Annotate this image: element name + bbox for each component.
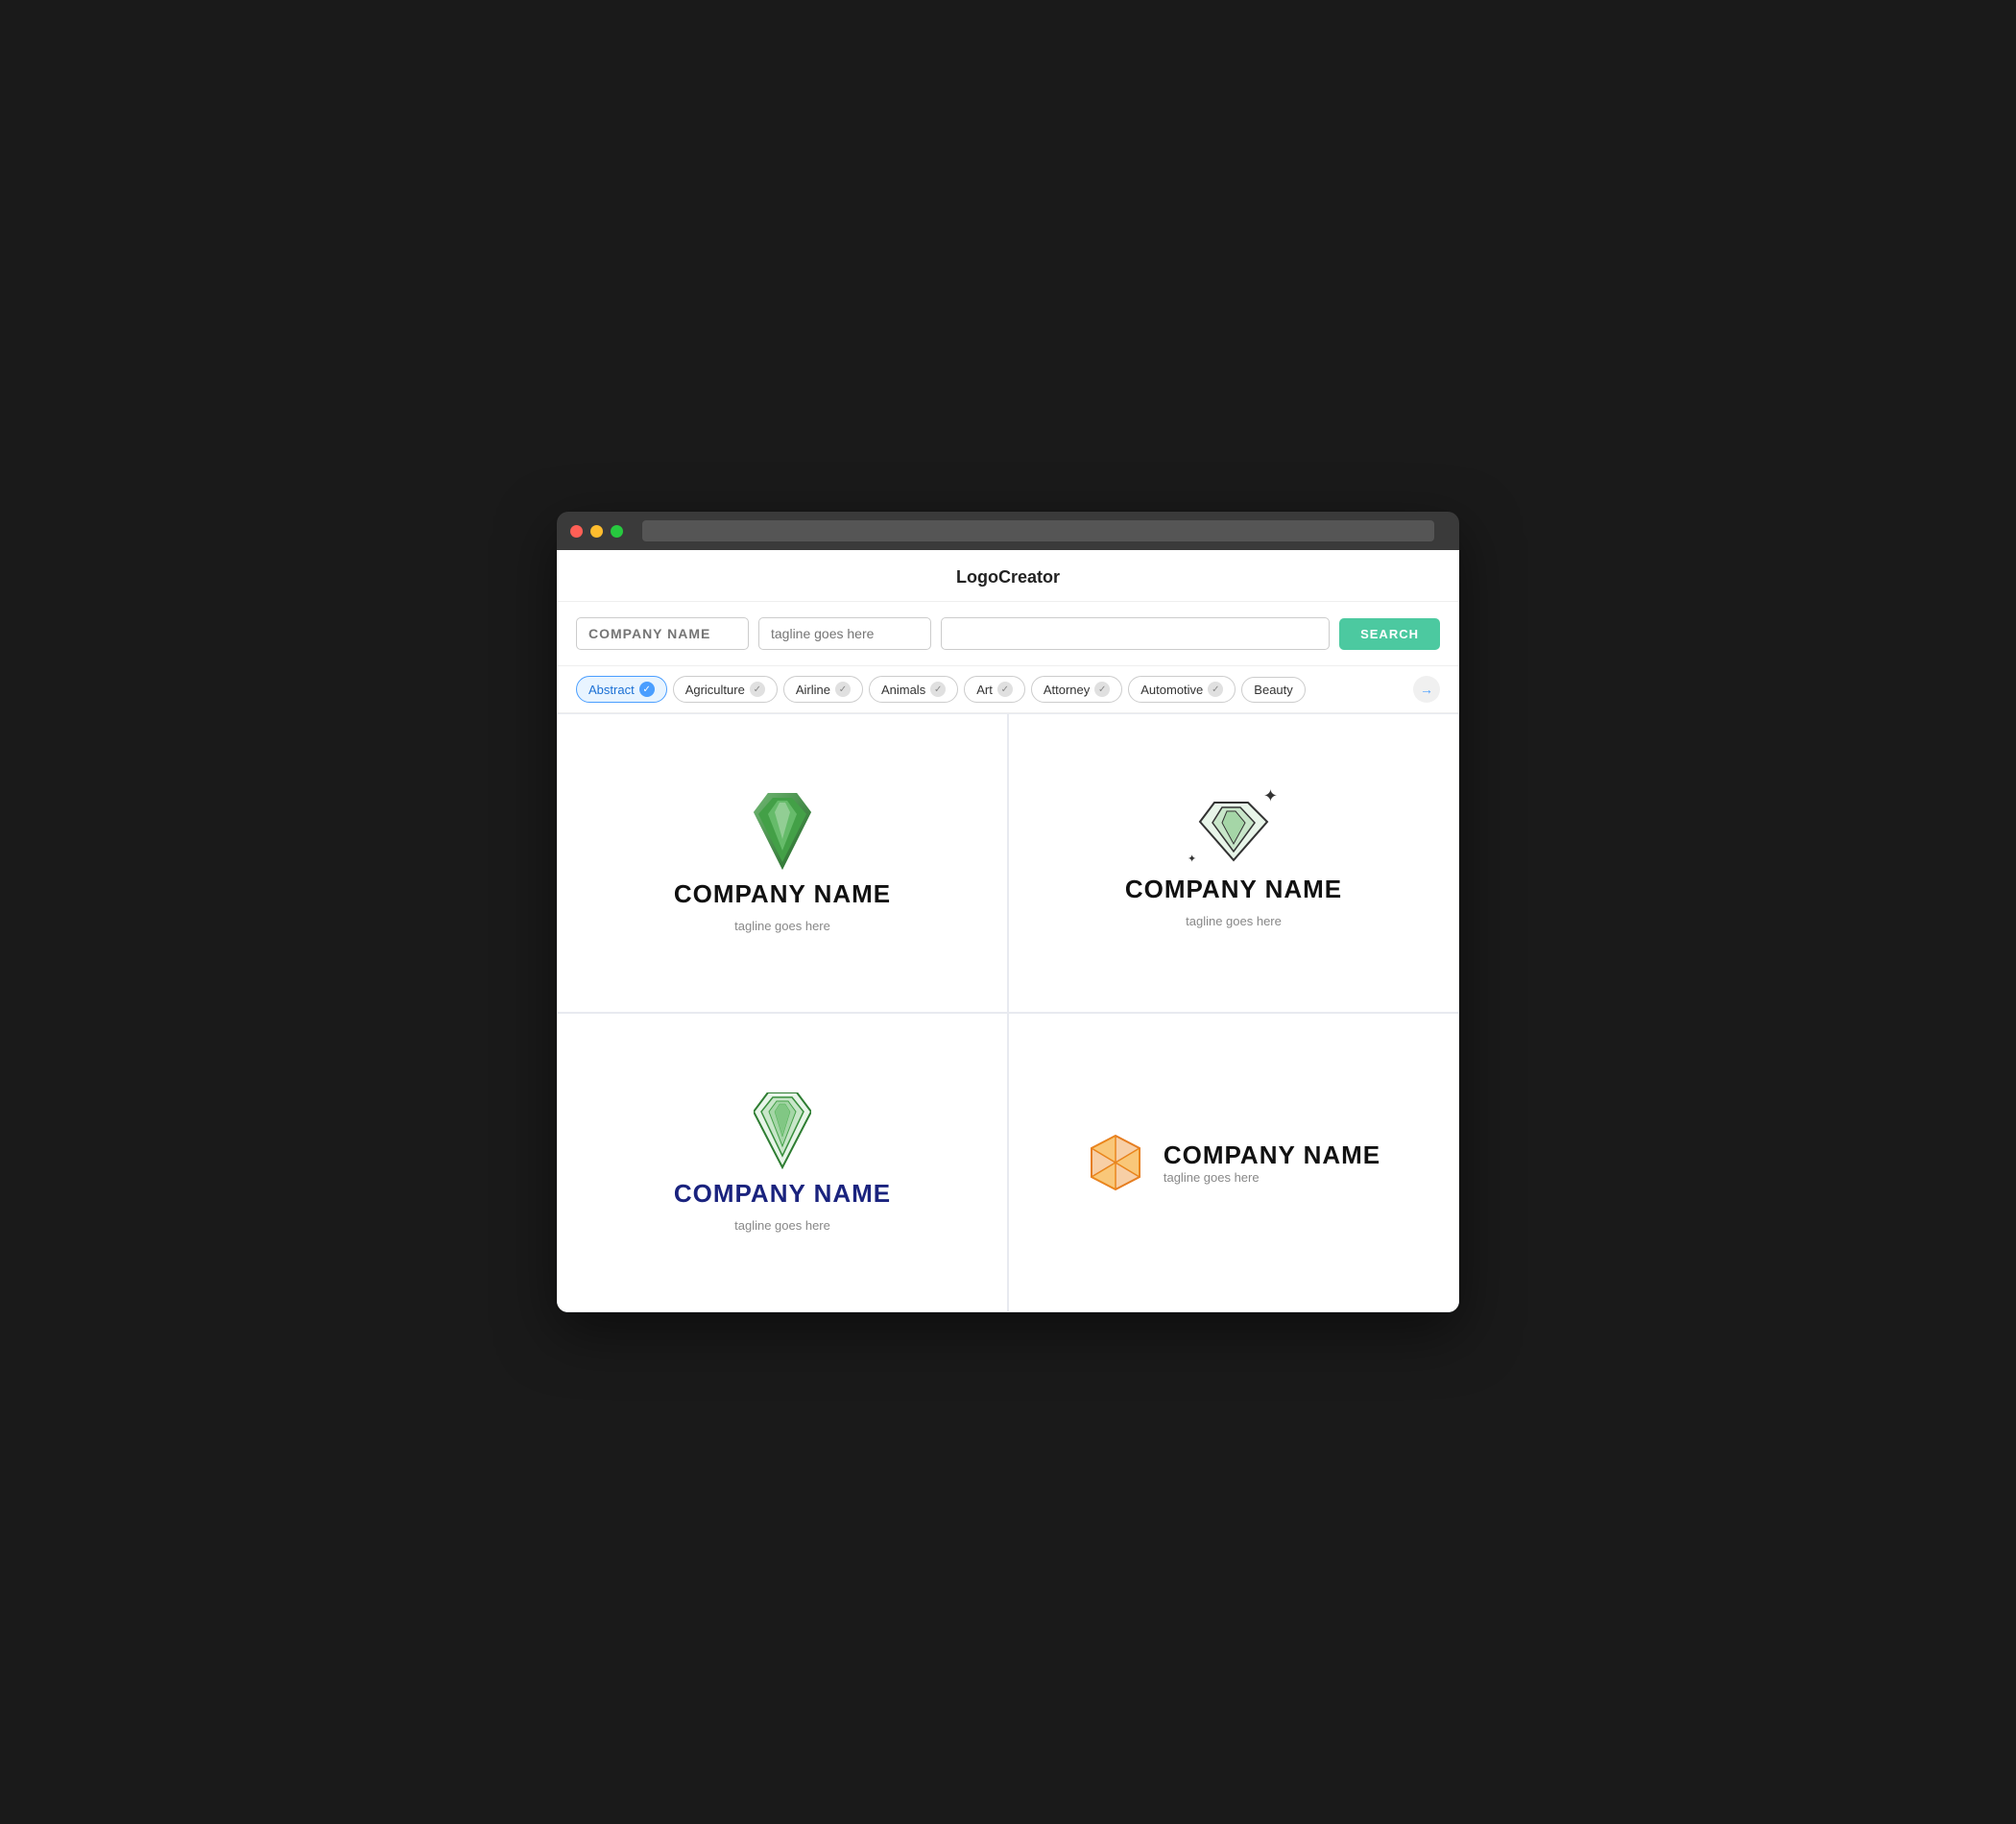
logo-4-text-block: COMPANY NAME tagline goes here	[1164, 1140, 1380, 1185]
filter-agriculture-check: ✓	[750, 682, 765, 697]
company-name-input[interactable]	[576, 617, 749, 650]
app-title-text: LogoCreator	[956, 567, 1060, 587]
logo-3-company: COMPANY NAME	[674, 1179, 891, 1209]
logo-2-tagline: tagline goes here	[1186, 914, 1282, 928]
logo-card-2-inner: ✦ ✦ COMPANY NAME tagline goes here	[1125, 798, 1342, 928]
logo-card-3[interactable]: COMPANY NAME tagline goes here	[558, 1014, 1007, 1311]
search-bar: SEARCH	[557, 602, 1459, 666]
sparkle-top-icon: ✦	[1263, 786, 1278, 806]
logo-card-1[interactable]: COMPANY NAME tagline goes here	[558, 714, 1007, 1012]
close-button[interactable]	[570, 525, 583, 538]
filter-airline-check: ✓	[835, 682, 851, 697]
logo-2-company: COMPANY NAME	[1125, 875, 1342, 904]
gem-polygon-orange-icon	[1087, 1134, 1144, 1191]
logo-card-4[interactable]: COMPANY NAME tagline goes here	[1009, 1014, 1458, 1311]
logo-4-tagline: tagline goes here	[1164, 1170, 1380, 1185]
sparkle-bottom-icon: ✦	[1188, 852, 1196, 865]
filter-attorney-label: Attorney	[1044, 683, 1090, 697]
logo-card-2[interactable]: ✦ ✦ COMPANY NAME tagline goes here	[1009, 714, 1458, 1012]
logo-3-tagline: tagline goes here	[734, 1218, 830, 1233]
filter-abstract[interactable]: Abstract ✓	[576, 676, 667, 703]
extra-search-input[interactable]	[941, 617, 1330, 650]
tagline-input[interactable]	[758, 617, 931, 650]
filter-automotive-label: Automotive	[1140, 683, 1203, 697]
gem-outline-green-icon	[754, 1092, 811, 1169]
logo-1-tagline: tagline goes here	[734, 919, 830, 933]
gem-solid-green-icon	[754, 793, 811, 870]
filter-animals-check: ✓	[930, 682, 946, 697]
filter-beauty[interactable]: Beauty	[1241, 677, 1305, 703]
filter-art[interactable]: Art ✓	[964, 676, 1025, 703]
filter-animals-label: Animals	[881, 683, 925, 697]
filter-agriculture[interactable]: Agriculture ✓	[673, 676, 778, 703]
filter-art-label: Art	[976, 683, 993, 697]
logo-1-company: COMPANY NAME	[674, 879, 891, 909]
filter-abstract-check: ✓	[639, 682, 655, 697]
logo-grid: COMPANY NAME tagline goes here	[557, 713, 1459, 1312]
app-body: LogoCreator SEARCH Abstract ✓ Agricultur…	[557, 550, 1459, 1312]
logo-4-company: COMPANY NAME	[1164, 1140, 1380, 1170]
search-button[interactable]: SEARCH	[1339, 618, 1440, 650]
maximize-button[interactable]	[611, 525, 623, 538]
app-window: LogoCreator SEARCH Abstract ✓ Agricultur…	[557, 512, 1459, 1312]
gem-outline-sparkle-icon: ✦ ✦	[1195, 798, 1272, 865]
filter-abstract-label: Abstract	[588, 683, 635, 697]
titlebar	[557, 512, 1459, 550]
filter-automotive-check: ✓	[1208, 682, 1223, 697]
logo-card-1-inner: COMPANY NAME tagline goes here	[674, 793, 891, 933]
filter-attorney-check: ✓	[1094, 682, 1110, 697]
app-title: LogoCreator	[557, 550, 1459, 602]
filter-bar: Abstract ✓ Agriculture ✓ Airline ✓ Anima…	[557, 666, 1459, 713]
minimize-button[interactable]	[590, 525, 603, 538]
filter-animals[interactable]: Animals ✓	[869, 676, 958, 703]
filter-airline-label: Airline	[796, 683, 830, 697]
logo-card-3-inner: COMPANY NAME tagline goes here	[674, 1092, 891, 1233]
address-bar	[642, 520, 1434, 541]
filter-art-check: ✓	[997, 682, 1013, 697]
filter-agriculture-label: Agriculture	[685, 683, 745, 697]
logo-card-4-inner: COMPANY NAME tagline goes here	[1087, 1134, 1380, 1191]
filter-attorney[interactable]: Attorney ✓	[1031, 676, 1122, 703]
filter-automotive[interactable]: Automotive ✓	[1128, 676, 1236, 703]
filter-next-button[interactable]: →	[1413, 676, 1440, 703]
filter-airline[interactable]: Airline ✓	[783, 676, 863, 703]
filter-beauty-label: Beauty	[1254, 683, 1292, 697]
